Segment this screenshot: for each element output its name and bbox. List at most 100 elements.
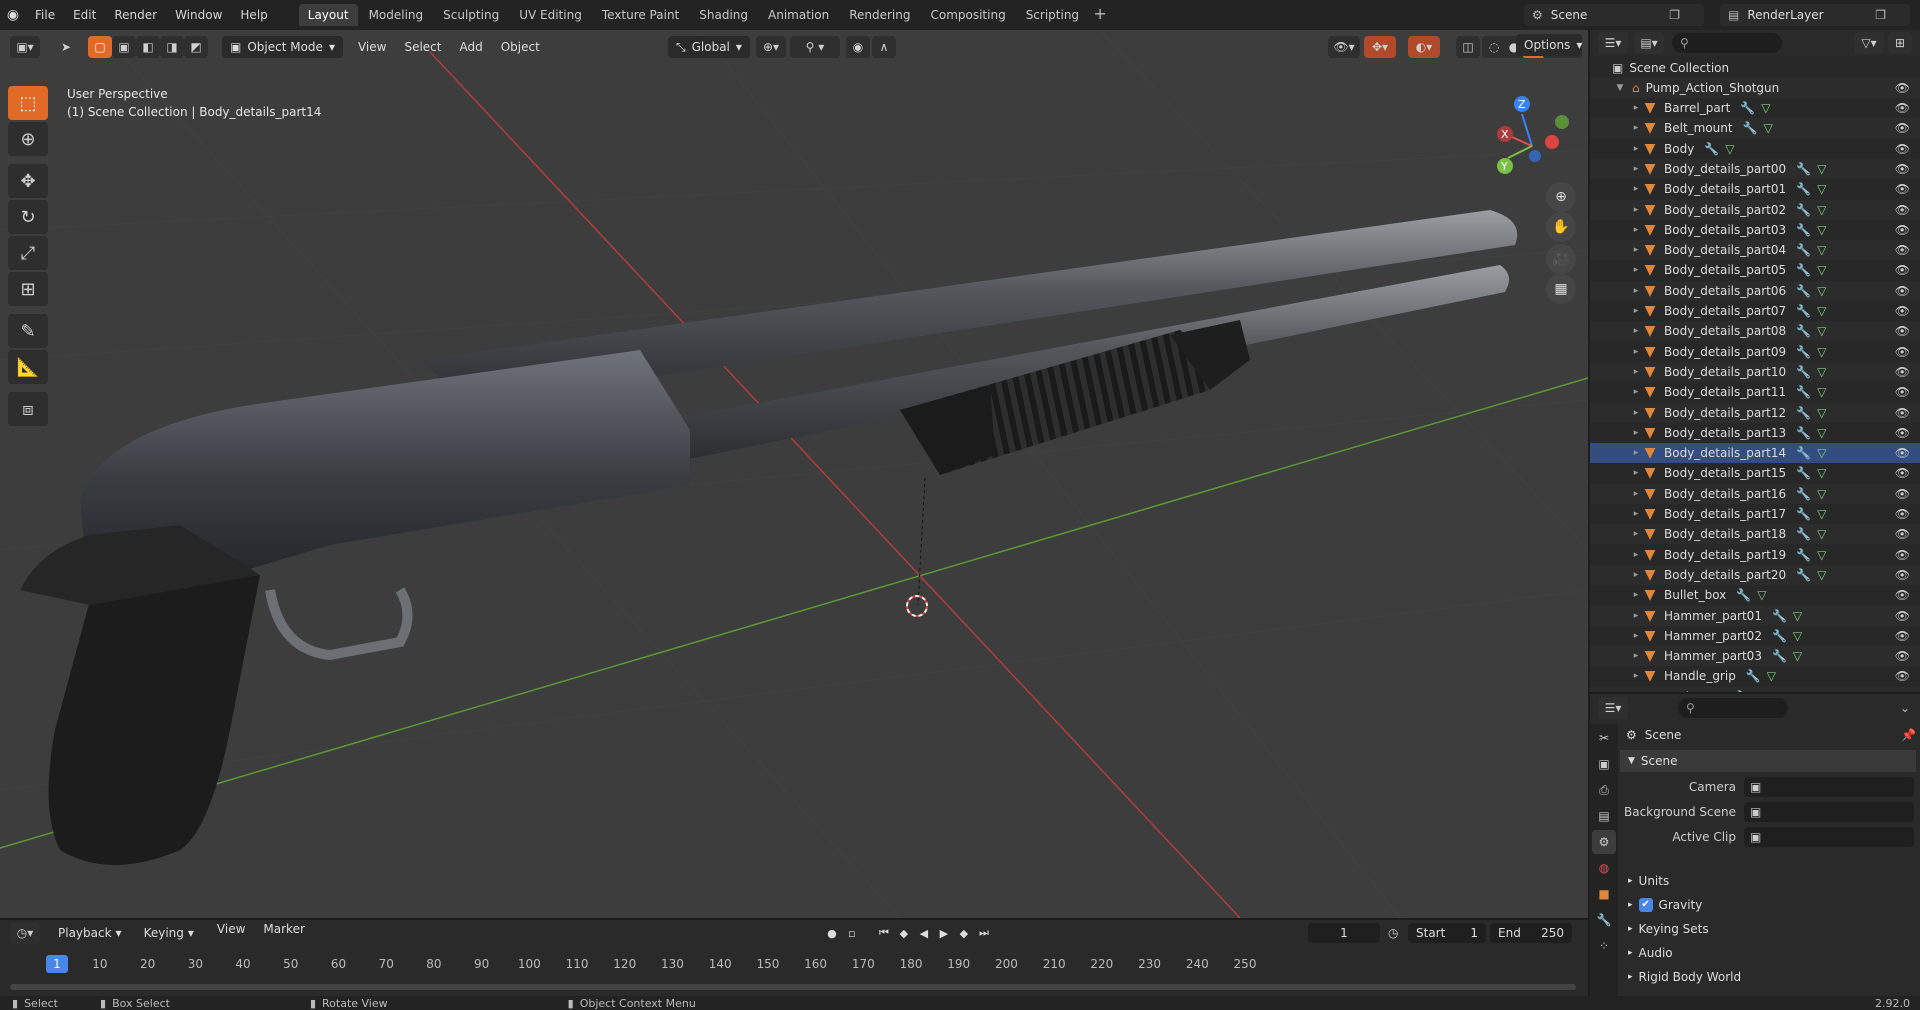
copy-view-layer-icon[interactable]: ❐ [1875,8,1886,22]
expand-triangle-icon[interactable]: ▸ [1630,489,1642,499]
modifier-icon[interactable]: 🔧 [1746,669,1761,683]
outliner-object-row[interactable]: ▸ ▼ Body_details_part04 🔧 ▽ 👁 [1590,240,1920,261]
collection-row[interactable]: ▼ ⌂ Pump_Action_Shotgun 👁 [1590,78,1920,98]
mesh-data-icon[interactable]: ▽ [1793,609,1802,623]
outliner-object-row[interactable]: ▸ ▼ Body_details_part13 🔧 ▽ 👁 [1590,423,1920,443]
mesh-data-icon[interactable]: ▽ [1725,142,1734,156]
expand-triangle-icon[interactable]: ▸ [1630,286,1642,296]
modifier-icon[interactable]: 🔧 [1796,284,1811,298]
expand-triangle-icon[interactable]: ▸ [1630,590,1642,600]
rotate-tool[interactable]: ↻ [8,200,48,234]
mesh-data-icon[interactable]: ▽ [1817,345,1826,359]
proportional-edit-icon[interactable]: ◉ [846,36,870,58]
expand-triangle-icon[interactable]: ▸ [1630,509,1642,519]
eye-icon[interactable]: 👁 [1895,182,1910,196]
timeline-menu-marker[interactable]: Marker [254,922,313,944]
field-value[interactable]: ▣ [1744,802,1914,822]
mesh-data-icon[interactable]: ▽ [1817,446,1826,460]
field-value[interactable]: ▣ [1744,827,1914,847]
eye-icon[interactable]: 👁 [1895,324,1910,338]
eye-icon[interactable]: 👁 [1895,426,1910,440]
add-workspace-button[interactable]: + [1090,5,1110,25]
outliner-object-row[interactable]: ▸ ▼ Body_details_part08 🔧 ▽ 👁 [1590,321,1920,342]
modifier-icon[interactable]: 🔧 [1796,365,1811,379]
mesh-data-icon[interactable]: ▽ [1761,101,1770,115]
outliner-object-row[interactable]: ▸ ▼ Body_details_part09 🔧 ▽ 👁 [1590,342,1920,362]
mesh-data-icon[interactable]: ▽ [1817,304,1826,318]
timeline-menu-playback[interactable]: Playback ▾ [50,922,130,944]
mesh-data-icon[interactable]: ▽ [1757,588,1766,602]
outliner-object-row[interactable]: ▸ ▼ Body_details_part00 🔧 ▽ 👁 [1590,158,1920,179]
end-frame-field[interactable]: End 250 [1490,923,1572,943]
eye-icon[interactable]: 👁 [1895,690,1910,692]
modifier-icon[interactable]: 🔧 [1796,243,1811,257]
eye-icon[interactable]: 👁 [1895,203,1910,217]
start-frame-field[interactable]: Start 1 [1408,923,1486,943]
display-mode-icon[interactable]: ▤▾ [1634,32,1664,54]
outliner-object-row[interactable]: ▸ ▼ Handle_grip 🔧 ▽ 👁 [1590,666,1920,686]
expand-triangle-icon[interactable]: ▸ [1630,671,1642,681]
eye-icon[interactable]: 👁 [1895,649,1910,663]
select-mode-icon[interactable]: ➤ [54,36,78,58]
mesh-data-icon[interactable]: ▽ [1817,406,1826,420]
view-layer-selector[interactable]: ▤ RenderLayer ❐ [1720,4,1910,26]
modifier-icon[interactable]: 🔧 [1772,649,1787,663]
tab-layout[interactable]: Layout [298,4,358,26]
outliner-object-row[interactable]: ▸ ▼ Body_details_part11 🔧 ▽ 👁 [1590,382,1920,402]
modifier-icon[interactable]: 🔧 [1796,304,1811,318]
chevron-down-icon[interactable]: ⌄ [1900,701,1910,715]
mesh-data-icon[interactable]: ▽ [1817,223,1826,237]
tool-tab-icon[interactable]: ✂ [1592,726,1616,750]
menu-help[interactable]: Help [231,0,276,30]
tab-animation[interactable]: Animation [759,4,838,26]
select-subtract-icon[interactable]: ◧ [136,36,160,58]
eye-icon[interactable]: 👁 [1895,121,1910,135]
object-tab-icon[interactable]: ■ [1592,882,1616,906]
modifier-icon[interactable]: 🔧 [1772,609,1787,623]
modifier-icon[interactable]: 🔧 [1743,121,1758,135]
modifier-icon[interactable]: 🔧 [1796,507,1811,521]
measure-tool[interactable]: 📐 [8,350,48,384]
current-frame-field[interactable]: 1 [1308,923,1380,943]
visibility-icon[interactable]: 👁▾ [1328,36,1360,58]
render-tab-icon[interactable]: ▣ [1592,752,1616,776]
scene-collection-row[interactable]: ▣ Scene Collection [1590,58,1920,78]
expand-triangle-icon[interactable]: ▸ [1630,468,1642,478]
expand-triangle-icon[interactable]: ▸ [1630,651,1642,661]
outliner-object-row[interactable]: ▸ ▼ Body_details_part03 🔧 ▽ 👁 [1590,220,1920,240]
eye-icon[interactable]: 👁 [1895,487,1910,501]
modifier-icon[interactable]: 🔧 [1796,568,1811,582]
viewport-menu-object[interactable]: Object [492,40,549,54]
timeline-ruler[interactable]: 1 10 20 30 40 50 60 70 80 90 100 110 120 130 140 150 160… [10,954,1576,978]
mesh-data-icon[interactable]: ▽ [1817,487,1826,501]
eye-icon[interactable]: 👁 [1895,527,1910,541]
world-tab-icon[interactable]: ◍ [1592,856,1616,880]
jump-start-icon[interactable]: ⏮ [874,923,894,943]
expand-triangle-icon[interactable]: ▸ [1630,570,1642,580]
mesh-data-icon[interactable]: ▽ [1756,690,1765,692]
xray-icon[interactable]: ◫ [1456,36,1480,58]
eye-icon[interactable]: 👁 [1895,609,1910,623]
scene-selector[interactable]: ⚙ Scene ❐ [1524,4,1704,26]
eye-icon[interactable]: 👁 [1895,142,1910,156]
expand-triangle-icon[interactable]: ▸ [1630,225,1642,235]
menu-render[interactable]: Render [105,0,166,30]
eye-icon[interactable]: 👁 [1895,406,1910,420]
expand-triangle-icon[interactable]: ▸ [1630,347,1642,357]
menu-edit[interactable]: Edit [64,0,105,30]
outliner-object-row[interactable]: ▸ ▼ Body_details_part12 🔧 ▽ 👁 [1590,402,1920,423]
modifier-icon[interactable]: 🔧 [1796,487,1811,501]
transform-orientation-dropdown[interactable]: ⤡ Global ▾ [668,36,750,58]
modifier-icon[interactable]: 🔧 [1796,527,1811,541]
tab-modeling[interactable]: Modeling [360,4,433,26]
gizmo-toggle-icon[interactable]: ✥▾ [1364,36,1396,58]
mesh-data-icon[interactable]: ▽ [1764,121,1773,135]
editor-type-icon[interactable]: ▣▾ [10,36,40,58]
pivot-point-icon[interactable]: ⊕▾ [756,36,786,58]
mesh-data-icon[interactable]: ▽ [1817,568,1826,582]
outliner-object-row[interactable]: ▸ ▼ Hammer_part01 🔧 ▽ 👁 [1590,605,1920,626]
mesh-data-icon[interactable]: ▽ [1817,365,1826,379]
modifier-icon[interactable]: 🔧 [1796,406,1811,420]
blender-logo-icon[interactable]: ◉ [0,7,26,23]
next-keyframe-icon[interactable]: ◆ [954,923,974,943]
